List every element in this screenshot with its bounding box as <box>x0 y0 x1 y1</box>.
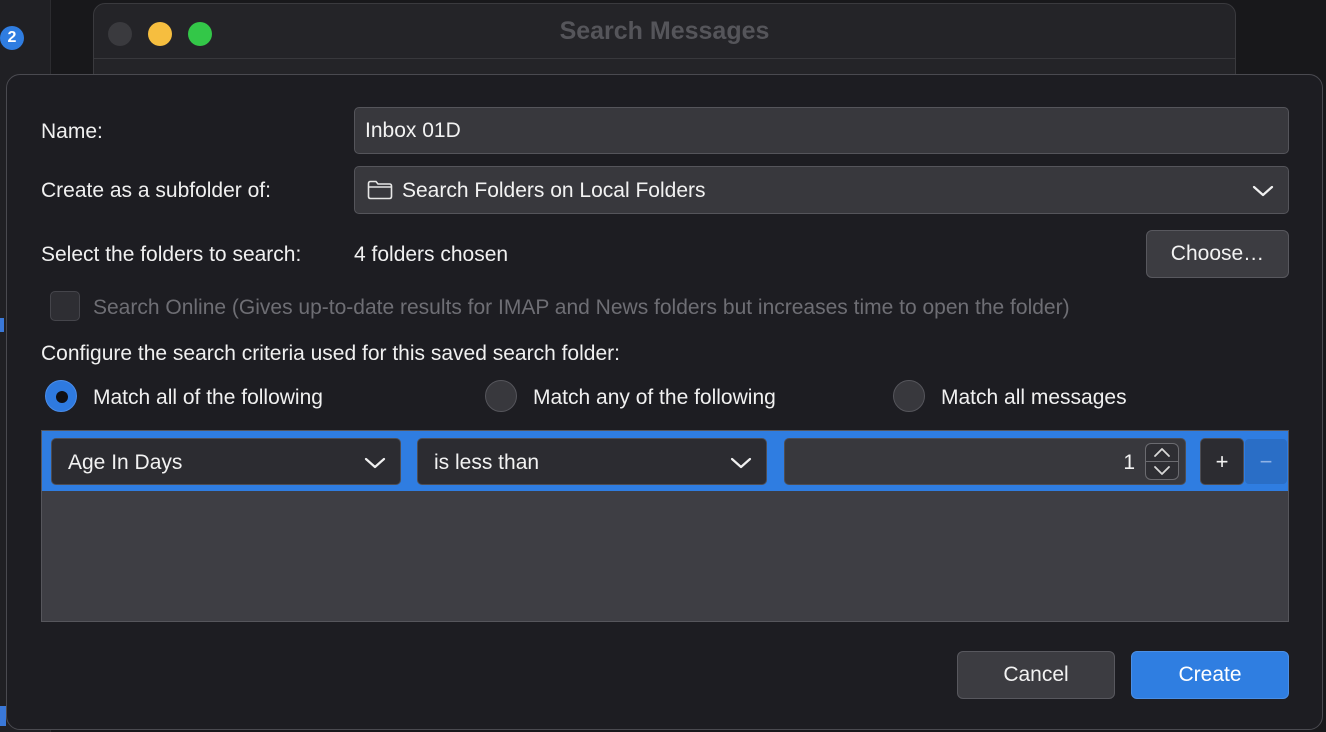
add-rule-button[interactable]: + <box>1200 438 1244 485</box>
value-stepper[interactable] <box>1145 443 1179 480</box>
choose-folders-button[interactable]: Choose… <box>1146 230 1289 278</box>
unread-count-badge: 2 <box>0 26 24 50</box>
subfolder-label: Create as a subfolder of: <box>41 179 271 202</box>
criteria-list: Age In Days is less than 1 + − <box>41 430 1289 622</box>
window-title: Search Messages <box>559 17 770 45</box>
chevron-down-icon <box>364 453 386 477</box>
search-online-label: Search Online (Gives up-to-date results … <box>93 296 1070 319</box>
create-button[interactable]: Create <box>1131 651 1289 699</box>
criteria-row[interactable]: Age In Days is less than 1 + − <box>42 431 1288 491</box>
folders-chosen-value: 4 folders chosen <box>354 243 509 266</box>
match-all-label: Match all of the following <box>93 386 323 409</box>
criteria-value: 1 <box>1123 451 1135 474</box>
match-all-radio[interactable] <box>45 380 77 412</box>
chevron-down-icon <box>730 453 752 477</box>
criteria-heading: Configure the search criteria used for t… <box>41 342 620 365</box>
folders-to-search-label: Select the folders to search: <box>41 243 302 266</box>
stepper-divider <box>1146 461 1178 462</box>
chevron-down-icon[interactable] <box>1153 465 1171 476</box>
name-label: Name: <box>41 120 103 143</box>
match-all-messages-radio[interactable] <box>893 380 925 412</box>
background-selection-marker <box>0 318 4 332</box>
match-any-label: Match any of the following <box>533 386 776 409</box>
title-separator <box>94 58 1235 59</box>
criteria-operator-value: is less than <box>434 451 540 474</box>
parent-folder-value: Search Folders on Local Folders <box>402 179 706 202</box>
chevron-down-icon <box>1252 181 1274 205</box>
folder-icon <box>367 180 393 206</box>
chevron-up-icon[interactable] <box>1153 447 1171 458</box>
match-any-radio[interactable] <box>485 380 517 412</box>
saved-search-dialog: Name: Create as a subfolder of: Search F… <box>6 74 1323 730</box>
criteria-field-select[interactable]: Age In Days <box>51 438 401 485</box>
criteria-field-value: Age In Days <box>68 451 183 474</box>
match-all-messages-label: Match all messages <box>941 386 1127 409</box>
criteria-operator-select[interactable]: is less than <box>417 438 767 485</box>
remove-rule-button[interactable]: − <box>1244 438 1288 485</box>
search-online-checkbox[interactable] <box>50 291 80 321</box>
cancel-button[interactable]: Cancel <box>957 651 1115 699</box>
criteria-value-input[interactable]: 1 <box>784 438 1186 485</box>
parent-folder-select[interactable]: Search Folders on Local Folders <box>354 166 1289 214</box>
name-input[interactable] <box>354 107 1289 154</box>
